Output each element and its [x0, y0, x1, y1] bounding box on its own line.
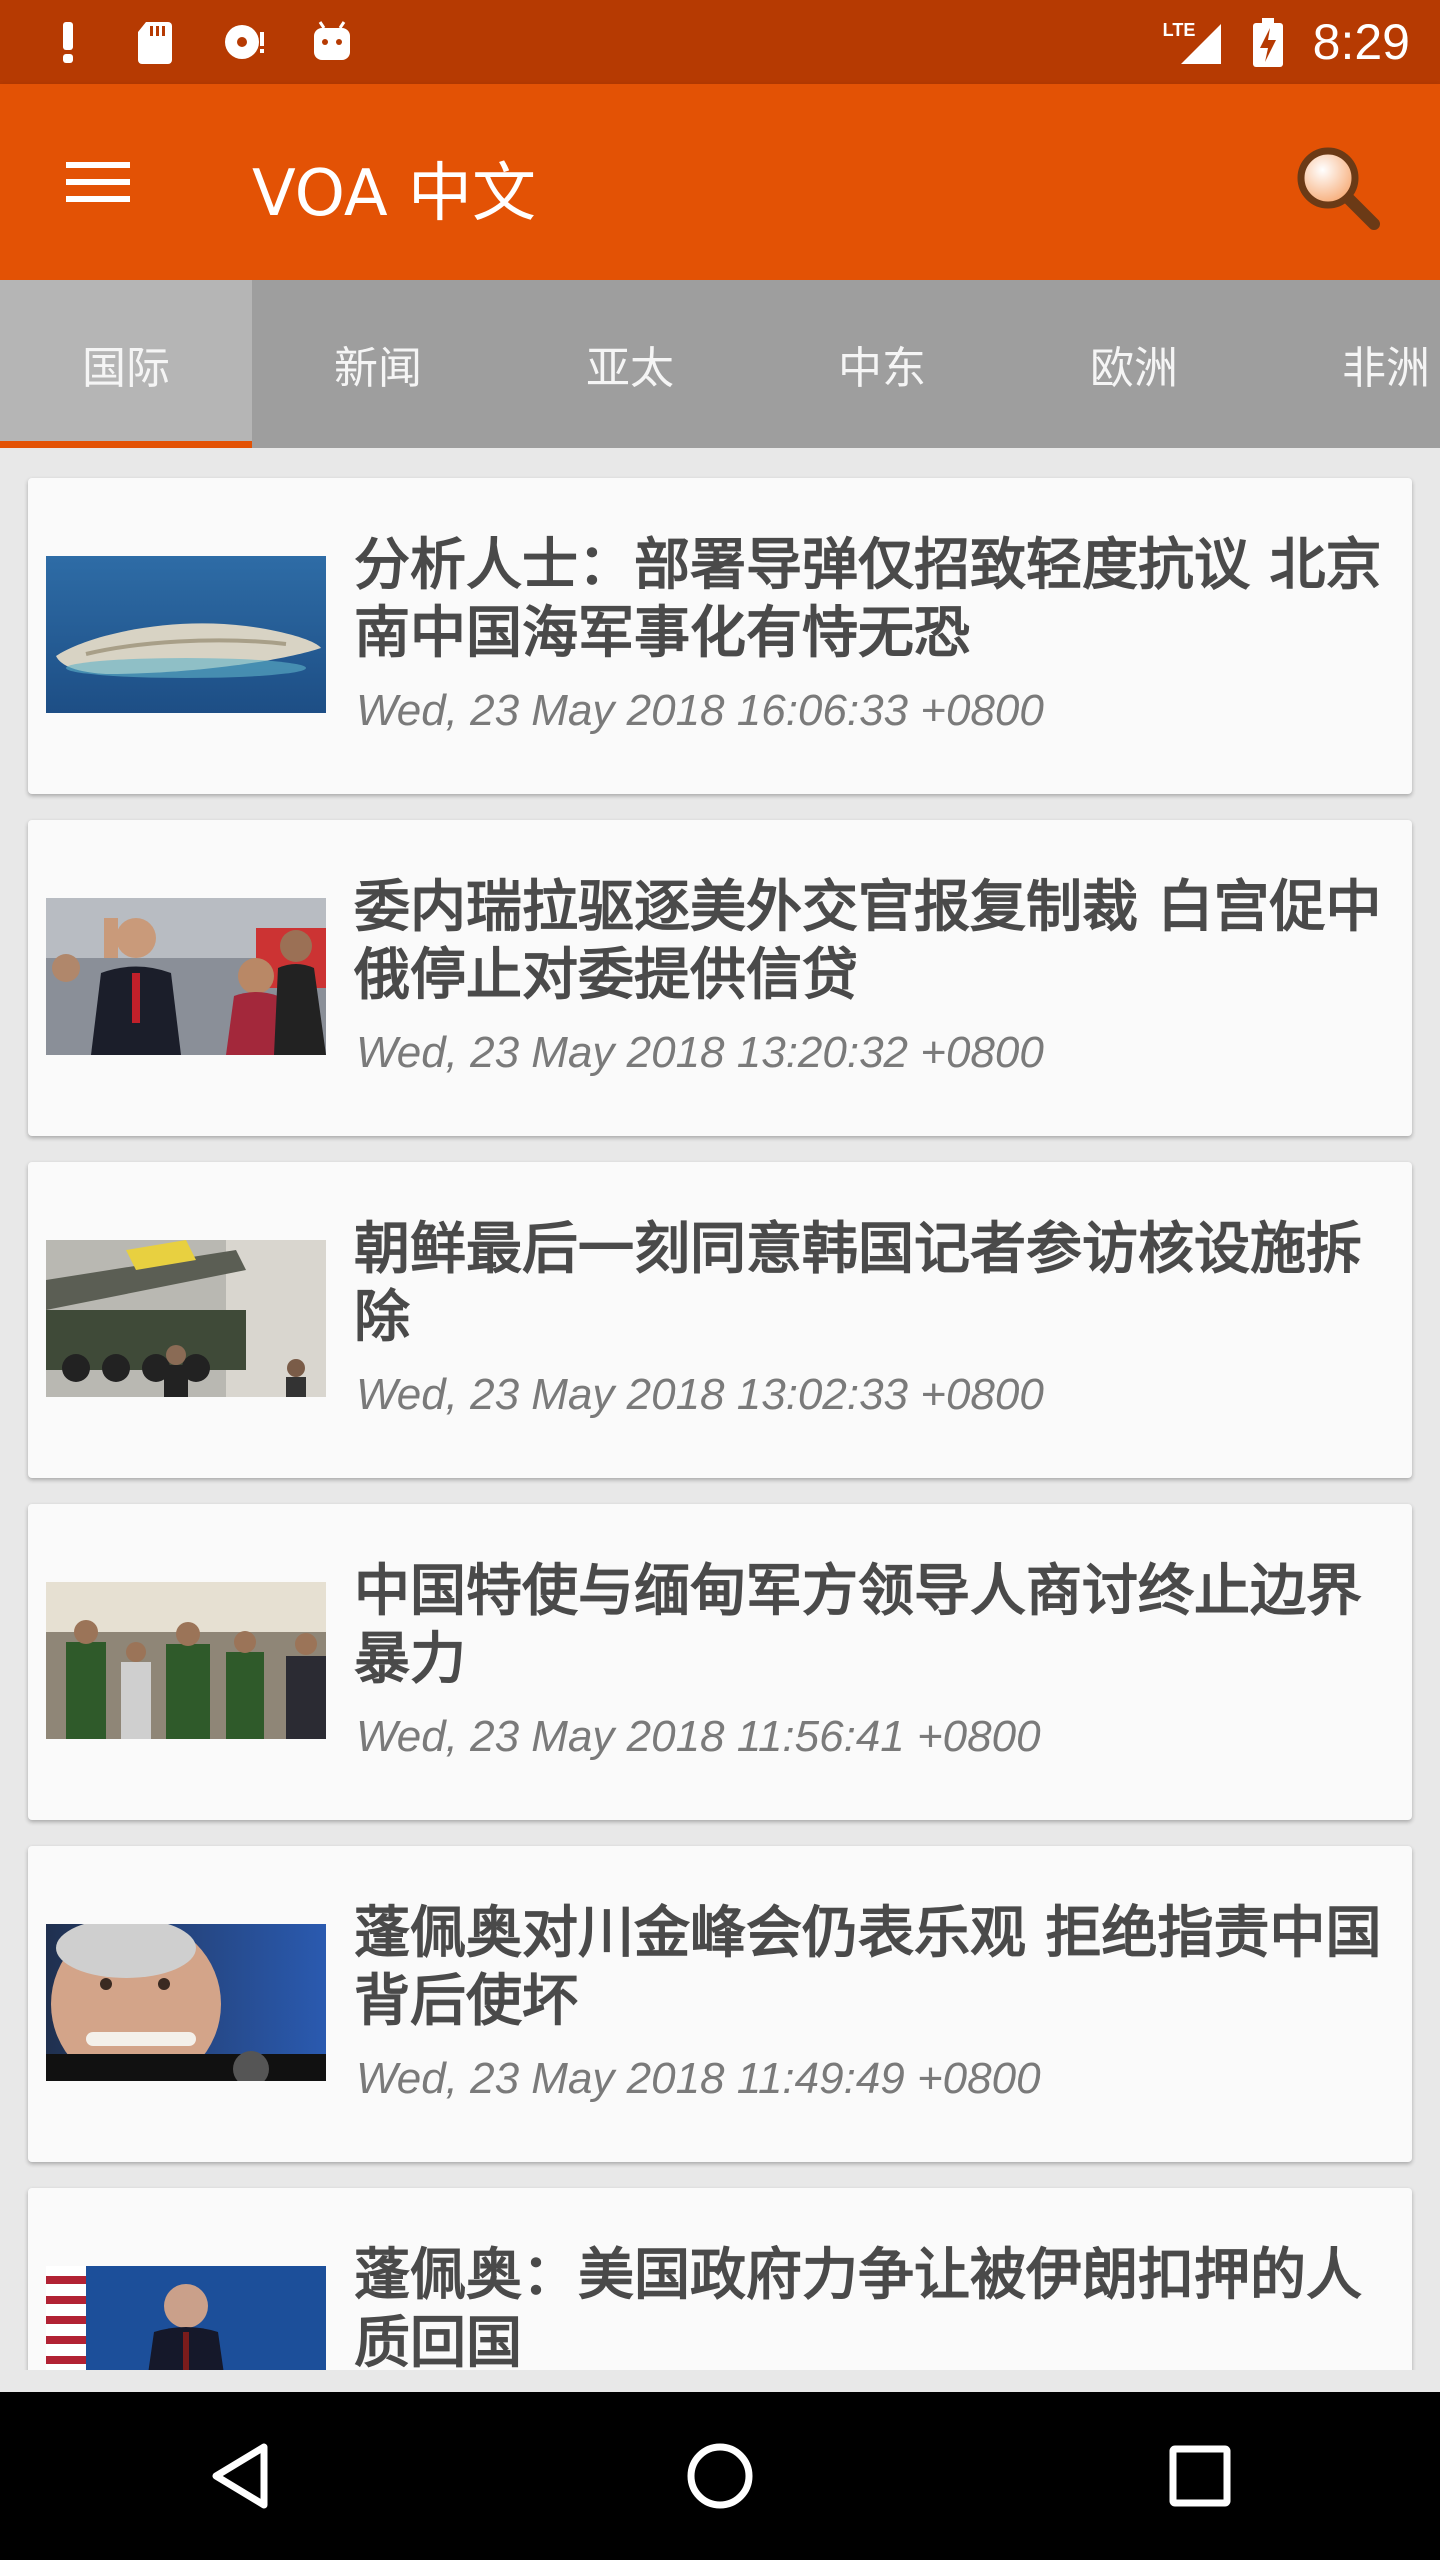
sd-card-icon — [132, 18, 180, 66]
article-date: Wed, 23 May 2018 16:06:33 +0800 — [356, 686, 1044, 735]
tab-news[interactable]: 新闻 — [252, 280, 504, 448]
navigation-bar — [0, 2392, 1440, 2560]
article-title: 朝鲜最后一刻同意韩国记者参访核设施拆除 — [354, 1217, 1362, 1350]
article-card[interactable]: 委内瑞拉驱逐美外交官报复制裁 白宫促中俄停止对委提供信贷 Wed, 23 May… — [28, 820, 1412, 1136]
article-thumbnail — [46, 556, 326, 713]
tab-label: 欧洲 — [1090, 343, 1178, 394]
article-thumbnail — [46, 2266, 326, 2370]
android-icon — [308, 18, 356, 66]
tab-label: 非洲 — [1342, 343, 1430, 394]
article-card[interactable]: 蓬佩奥对川金峰会仍表乐观 拒绝指责中国背后使坏 Wed, 23 May 2018… — [28, 1846, 1412, 2162]
alert-icon — [44, 18, 92, 66]
article-title: 委内瑞拉驱逐美外交官报复制裁 白宫促中俄停止对委提供信贷 — [354, 875, 1382, 1008]
app-bar: VOA 中文 — [0, 84, 1440, 280]
home-button[interactable] — [665, 2421, 775, 2531]
article-title: 分析人士：部署导弹仅招致轻度抗议 北京南中国海军事化有恃无恐 — [354, 533, 1382, 666]
back-button[interactable] — [185, 2421, 295, 2531]
screen: LTE 8:29 VOA 中文 国际 新闻 亚太 中东 欧洲 非洲 分析人士：部… — [0, 0, 1440, 2560]
battery-charging-icon — [1251, 18, 1285, 67]
back-icon — [212, 2443, 268, 2509]
tab-middle-east[interactable]: 中东 — [756, 280, 1008, 448]
article-thumbnail — [46, 1582, 326, 1739]
search-button[interactable] — [1290, 140, 1386, 236]
article-title: 中国特使与缅甸军方领导人商讨终止边界暴力 — [354, 1559, 1362, 1692]
lte-signal-icon: LTE — [1163, 18, 1223, 66]
article-thumbnail — [46, 1240, 326, 1397]
menu-button[interactable] — [62, 150, 134, 214]
tab-africa[interactable]: 非洲 — [1260, 280, 1440, 448]
recents-button[interactable] — [1145, 2421, 1255, 2531]
article-date: Wed, 23 May 2018 13:20:32 +0800 — [356, 1028, 1044, 1077]
tab-label: 亚太 — [586, 343, 674, 394]
menu-icon — [66, 162, 130, 202]
tab-international[interactable]: 国际 — [0, 280, 252, 448]
article-card[interactable]: 分析人士：部署导弹仅招致轻度抗议 北京南中国海军事化有恃无恐 Wed, 23 M… — [28, 478, 1412, 794]
article-date: Wed, 23 May 2018 11:49:49 +0800 — [356, 2054, 1041, 2103]
article-date: Wed, 23 May 2018 13:02:33 +0800 — [356, 1370, 1044, 1419]
article-feed[interactable]: 分析人士：部署导弹仅招致轻度抗议 北京南中国海军事化有恃无恐 Wed, 23 M… — [0, 448, 1440, 2370]
article-thumbnail — [46, 898, 326, 1055]
status-right-icons: LTE 8:29 — [1163, 0, 1410, 84]
disc-icon — [220, 18, 268, 66]
category-tabs: 国际 新闻 亚太 中东 欧洲 非洲 — [0, 280, 1440, 448]
status-bar: LTE 8:29 — [0, 0, 1440, 84]
app-title: VOA 中文 — [252, 157, 537, 231]
article-thumbnail — [46, 1924, 326, 2081]
article-card[interactable]: 朝鲜最后一刻同意韩国记者参访核设施拆除 Wed, 23 May 2018 13:… — [28, 1162, 1412, 1478]
tab-asia-pacific[interactable]: 亚太 — [504, 280, 756, 448]
article-date: Wed, 23 May 2018 11:56:41 +0800 — [356, 1712, 1041, 1761]
tab-label: 国际 — [82, 343, 170, 394]
article-card[interactable]: 中国特使与缅甸军方领导人商讨终止边界暴力 Wed, 23 May 2018 11… — [28, 1504, 1412, 1820]
search-icon — [1297, 147, 1380, 230]
article-title: 蓬佩奥对川金峰会仍表乐观 拒绝指责中国背后使坏 — [354, 1901, 1382, 2034]
tab-label: 新闻 — [334, 343, 422, 394]
article-card[interactable]: 蓬佩奥：美国政府力争让被伊朗扣押的人质回国 — [28, 2188, 1412, 2370]
status-left-icons — [44, 0, 356, 84]
tab-label: 中东 — [838, 343, 926, 394]
home-icon — [687, 2443, 753, 2509]
article-title: 蓬佩奥：美国政府力争让被伊朗扣押的人质回国 — [354, 2243, 1362, 2370]
tab-europe[interactable]: 欧洲 — [1008, 280, 1260, 448]
clock: 8:29 — [1312, 14, 1410, 70]
recents-icon — [1169, 2445, 1231, 2507]
